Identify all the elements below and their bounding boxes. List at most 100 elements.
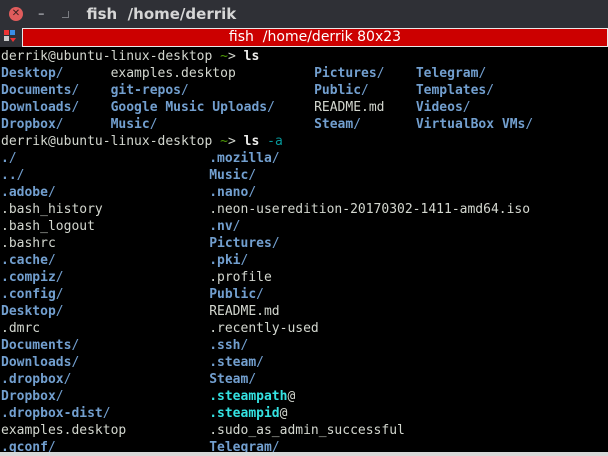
entry-name: VirtualBox VMs <box>415 117 526 132</box>
ls-a-row: .dmrc .recently-used <box>1 320 608 337</box>
directory-entry: .dropbox-dist/ <box>1 405 111 422</box>
entry-name: . <box>1 151 9 166</box>
entry-suffix: / <box>102 406 111 421</box>
entry-suffix: / <box>525 117 534 132</box>
entry-name: .pki <box>209 253 241 268</box>
ls-row: Dropbox/Music/Steam/VirtualBox VMs/ <box>1 116 608 133</box>
directory-entry: .gconf/ <box>1 439 56 452</box>
file-entry: README.md <box>209 303 279 320</box>
entry-name: .profile <box>209 270 272 285</box>
entry-name: .neon-useredition-20170302-1411-amd64.is… <box>209 202 531 217</box>
minimize-button[interactable]: – <box>38 7 45 22</box>
terminal-menu-icon[interactable] <box>4 30 16 44</box>
entry-suffix: / <box>55 389 64 404</box>
entry-suffix: / <box>55 287 64 302</box>
ls-a-row: examples.desktop .sudo_as_admin_successfu… <box>1 422 608 439</box>
ls-a-row: .config/Public/ <box>1 286 608 303</box>
directory-entry: Documents/ <box>1 82 79 99</box>
symlink-entry: .steampath@ <box>209 388 295 405</box>
entry-suffix: / <box>271 440 280 452</box>
ls-a-row: Downloads/.steam/ <box>1 354 608 371</box>
entry-name: .nano <box>209 185 249 200</box>
entry-suffix: / <box>271 151 280 166</box>
directory-entry: Dropbox/ <box>1 116 64 133</box>
entry-name: Music <box>110 117 150 132</box>
entry-name: examples.desktop <box>1 423 127 438</box>
entry-suffix: / <box>47 185 56 200</box>
file-entry: .dmrc <box>1 320 40 337</box>
prompt-cwd: ~ <box>220 49 228 64</box>
entry-name: .bash_history <box>1 202 103 217</box>
entry-suffix: / <box>248 168 257 183</box>
directory-entry: ../ <box>1 167 24 184</box>
entry-suffix: / <box>240 253 249 268</box>
entry-suffix: / <box>376 66 385 81</box>
restore-button[interactable] <box>61 10 69 18</box>
directory-entry: Public/ <box>314 82 369 99</box>
entry-name: .steampid <box>209 406 280 421</box>
entry-suffix: / <box>271 236 280 251</box>
entry-name: Documents <box>1 338 72 353</box>
entry-suffix: / <box>47 253 56 268</box>
window-title: fish /home/derrik <box>86 5 237 23</box>
ls-a-row: .dropbox/Steam/ <box>1 371 608 388</box>
entry-suffix: / <box>248 372 257 387</box>
close-button[interactable]: ✕ <box>9 7 23 21</box>
entry-name: .dmrc <box>1 321 41 336</box>
directory-entry: .ssh/ <box>209 337 248 354</box>
directory-entry: .compiz/ <box>1 269 64 286</box>
file-entry: examples.desktop <box>1 422 126 439</box>
ls-row: Documents/git-repos/Public/Templates/ <box>1 82 608 99</box>
directory-entry: Telegram/ <box>416 65 486 82</box>
entry-name: .. <box>1 168 17 183</box>
entry-suffix: / <box>71 100 80 115</box>
directory-entry: .adobe/ <box>1 184 56 201</box>
directory-entry: Downloads/ <box>1 99 79 116</box>
entry-name: Steam <box>314 117 354 132</box>
entry-name: Public <box>314 83 362 98</box>
entry-suffix: / <box>486 83 495 98</box>
entry-name: .recently-used <box>209 321 319 336</box>
directory-entry: Videos/ <box>416 99 471 116</box>
entry-suffix: / <box>149 117 158 132</box>
command: ls <box>243 49 260 64</box>
entry-name: Pictures <box>209 236 272 251</box>
terminal-output[interactable]: derrik@ubuntu-linux-desktop ~> ls Desktop… <box>1 48 608 452</box>
entry-name: Google Music Uploads <box>110 100 268 115</box>
window-bottom-border <box>0 452 608 456</box>
entry-name: Telegram <box>415 66 479 81</box>
entry-name: git-repos <box>110 83 182 98</box>
entry-suffix: / <box>256 287 264 302</box>
command-argument: -a <box>259 134 283 149</box>
directory-entry: VirtualBox VMs/ <box>416 116 533 133</box>
entry-name: .dropbox <box>1 372 64 387</box>
entry-suffix: / <box>16 168 25 183</box>
entry-name: .gconf <box>1 440 48 452</box>
file-entry: .neon-useredition-20170302-1411-amd64.is… <box>209 201 530 218</box>
file-entry: README.md <box>314 99 384 116</box>
entry-suffix: / <box>232 219 241 234</box>
entry-name: .dropbox-dist <box>1 406 103 421</box>
directory-entry: .nano/ <box>209 184 256 201</box>
entry-suffix: @ <box>287 389 296 404</box>
entry-name: .sudo_as_admin_successful <box>209 423 405 438</box>
entry-suffix: / <box>248 185 257 200</box>
prompt-symbol: > <box>227 134 244 149</box>
ls-a-row: .adobe/.nano/ <box>1 184 608 201</box>
entry-name: Dropbox <box>1 389 56 404</box>
entry-suffix: / <box>55 270 64 285</box>
tab-fish[interactable]: fish /home/derrik 80x23 <box>22 28 608 47</box>
tab-bar: fish /home/derrik 80x23 <box>0 28 608 47</box>
entry-suffix: / <box>71 338 80 353</box>
ls-a-row: .bash_history .neon-useredition-20170302-… <box>1 201 608 218</box>
directory-entry: Public/ <box>209 286 264 303</box>
entry-name: .bash_logout <box>1 219 95 234</box>
file-entry: .profile <box>209 269 272 286</box>
entry-suffix: / <box>71 83 80 98</box>
directory-entry: .pki/ <box>209 252 248 269</box>
prompt-user: derrik@ubuntu-linux-desktop <box>1 49 221 64</box>
directory-entry: Documents/ <box>1 337 79 354</box>
ls-row: Desktop/examples.desktop Pictures/Telegra… <box>1 65 608 82</box>
prompt-line: derrik@ubuntu-linux-desktop ~> ls <box>1 48 608 65</box>
symlink-entry: .steampid@ <box>209 405 287 422</box>
